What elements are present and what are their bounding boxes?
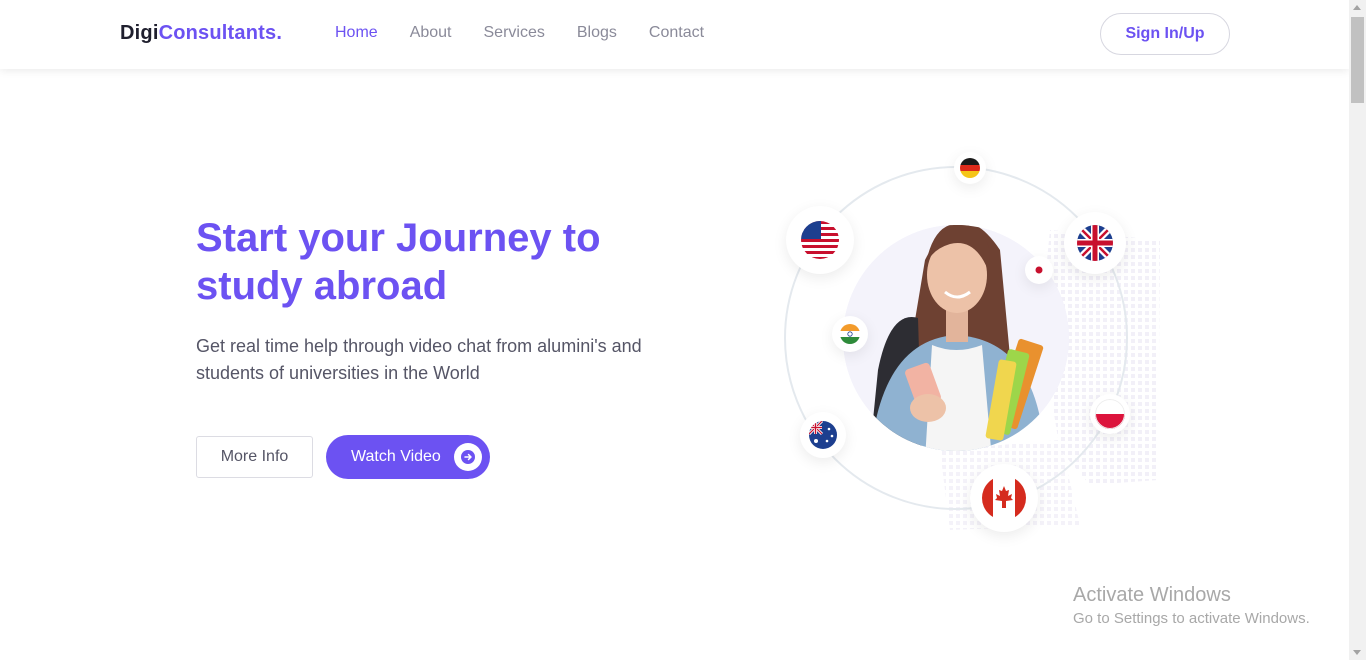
top-navbar: DigiConsultants. Home About Services Blo…: [0, 0, 1349, 69]
vertical-scrollbar[interactable]: [1349, 0, 1366, 660]
page: DigiConsultants. Home About Services Blo…: [0, 0, 1366, 660]
india-flag-icon: [832, 316, 868, 352]
australia-flag-icon: [800, 412, 846, 458]
brand-part2: Consultants.: [158, 22, 283, 44]
nav-services[interactable]: Services: [484, 24, 545, 42]
germany-flag-icon: [954, 152, 986, 184]
windows-activation-watermark: Activate Windows Go to Settings to activ…: [1073, 584, 1310, 630]
canada-flag-icon: [970, 464, 1038, 532]
main-nav: Home About Services Blogs Contact: [335, 24, 704, 42]
arrow-circle-icon: [454, 443, 482, 471]
usa-flag-icon: [786, 206, 854, 274]
nav-home[interactable]: Home: [335, 24, 378, 42]
hero-title: Start your Journey to study abroad: [196, 216, 601, 308]
uk-flag-icon: [1064, 212, 1126, 274]
more-info-button[interactable]: More Info: [196, 436, 313, 478]
hero-subtitle: Get real time help through video chat fr…: [196, 336, 642, 383]
watermark-title: Activate Windows: [1073, 584, 1231, 606]
scroll-down-arrow-icon[interactable]: [1353, 650, 1361, 655]
sign-in-button[interactable]: Sign In/Up: [1100, 13, 1230, 55]
scroll-up-arrow-icon[interactable]: [1353, 5, 1361, 10]
scrollbar-thumb[interactable]: [1351, 17, 1364, 103]
nav-blogs[interactable]: Blogs: [577, 24, 617, 42]
hero-illustration: [760, 150, 1180, 540]
nav-about[interactable]: About: [410, 24, 452, 42]
brand-part1: Digi: [120, 22, 159, 44]
japan-flag-icon: [1025, 256, 1053, 284]
nav-contact[interactable]: Contact: [649, 24, 704, 42]
watch-video-button[interactable]: Watch Video: [326, 435, 490, 479]
poland-flag-icon: [1090, 394, 1130, 434]
brand-logo[interactable]: DigiConsultants.: [120, 22, 282, 45]
watch-video-label: Watch Video: [351, 448, 441, 465]
watermark-subtitle: Go to Settings to activate Windows.: [1073, 610, 1310, 627]
